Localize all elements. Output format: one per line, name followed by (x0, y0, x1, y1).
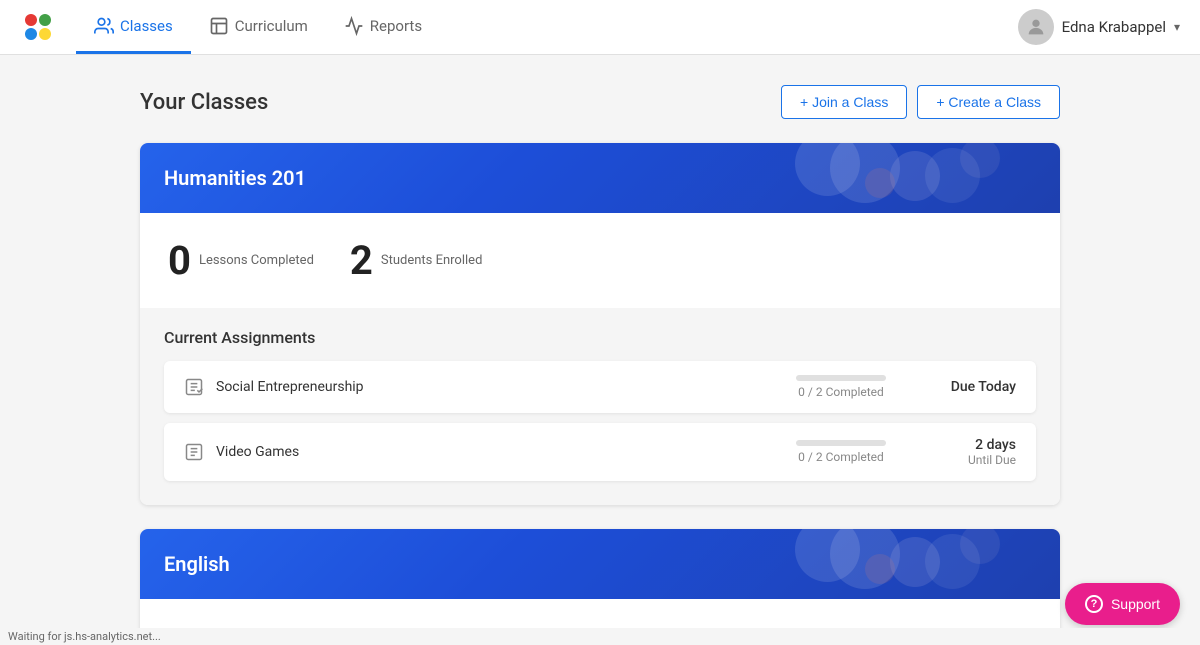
assignment-item-video-games[interactable]: Video Games 0 / 2 Completed 2 days Until… (164, 423, 1036, 481)
create-class-button[interactable]: + Create a Class (917, 85, 1060, 119)
assignments-section-humanities201: Current Assignments Social Entrepreneurs… (140, 308, 1060, 505)
navbar: Classes Curriculum Reports Edna Krabappe… (0, 0, 1200, 55)
header-buttons: + Join a Class + Create a Class (781, 85, 1060, 119)
user-menu[interactable]: Edna Krabappel ▾ (1018, 9, 1180, 45)
students-enrolled-label: Students Enrolled (381, 253, 483, 268)
due-line1-se: Due Today (926, 379, 1016, 395)
due-line2-vg: Until Due (926, 453, 1016, 467)
assignment-name-se: Social Entrepreneurship (216, 379, 796, 395)
students-enrolled-number: 2 (350, 237, 373, 284)
lessons-completed-label: Lessons Completed (199, 253, 314, 268)
deco-circle-e3 (960, 529, 1000, 564)
progress-bar-track-se (796, 375, 886, 381)
due-section-vg: 2 days Until Due (926, 437, 1016, 467)
support-button[interactable]: ? Support (1065, 583, 1180, 625)
app-logo (20, 9, 56, 45)
deco-circle-2 (890, 151, 940, 201)
class-name-humanities201: Humanities 201 (164, 166, 306, 190)
class-card-header-english[interactable]: English (140, 529, 1060, 599)
due-line1-vg: 2 days (926, 437, 1016, 453)
assignment-icon-vg (184, 442, 204, 462)
nav-items: Classes Curriculum Reports (76, 0, 440, 54)
progress-text-se: 0 / 2 Completed (798, 385, 884, 399)
main-content: Your Classes + Join a Class + Create a C… (0, 55, 1200, 645)
assignment-icon-se (184, 377, 204, 397)
nav-curriculum[interactable]: Curriculum (191, 0, 326, 54)
curriculum-icon (209, 16, 229, 36)
user-name: Edna Krabappel (1062, 18, 1166, 36)
class-card-header-humanities201[interactable]: Humanities 201 (140, 143, 1060, 213)
deco-circle-1 (795, 143, 860, 196)
deco-circle-3 (960, 143, 1000, 178)
assignment-item-social-entrepreneurship[interactable]: Social Entrepreneurship 0 / 2 Completed … (164, 361, 1036, 413)
lessons-completed-number: 0 (168, 237, 191, 284)
nav-reports[interactable]: Reports (326, 0, 440, 54)
deco-circle-e1 (795, 529, 860, 582)
page-title: Your Classes (140, 90, 268, 115)
progress-text-vg: 0 / 2 Completed (798, 450, 884, 464)
progress-section-vg: 0 / 2 Completed (796, 440, 886, 464)
nav-classes[interactable]: Classes (76, 0, 191, 54)
progress-bar-track-vg (796, 440, 886, 446)
join-class-button[interactable]: + Join a Class (781, 85, 907, 119)
class-name-english: English (164, 552, 230, 576)
support-icon: ? (1085, 595, 1103, 613)
deco-circle-4 (865, 168, 895, 198)
deco-circle-e4 (865, 554, 895, 584)
status-bar: Waiting for js.hs-analytics.net... (0, 628, 1200, 645)
support-label: Support (1111, 596, 1160, 612)
assignments-title-humanities201: Current Assignments (164, 328, 1036, 347)
class-card-humanities201: Humanities 201 0 Lessons Completed 2 Stu… (140, 143, 1060, 505)
due-section-se: Due Today (926, 379, 1016, 395)
status-text: Waiting for js.hs-analytics.net... (8, 630, 161, 643)
avatar (1018, 9, 1054, 45)
chevron-down-icon: ▾ (1174, 20, 1180, 34)
progress-section-se: 0 / 2 Completed (796, 375, 886, 399)
classes-header: Your Classes + Join a Class + Create a C… (140, 85, 1060, 119)
reports-icon (344, 16, 364, 36)
deco-circle-e2 (890, 537, 940, 587)
classes-icon (94, 16, 114, 36)
assignment-name-vg: Video Games (216, 444, 796, 460)
class-stats-humanities201: 0 Lessons Completed 2 Students Enrolled (140, 213, 1060, 308)
